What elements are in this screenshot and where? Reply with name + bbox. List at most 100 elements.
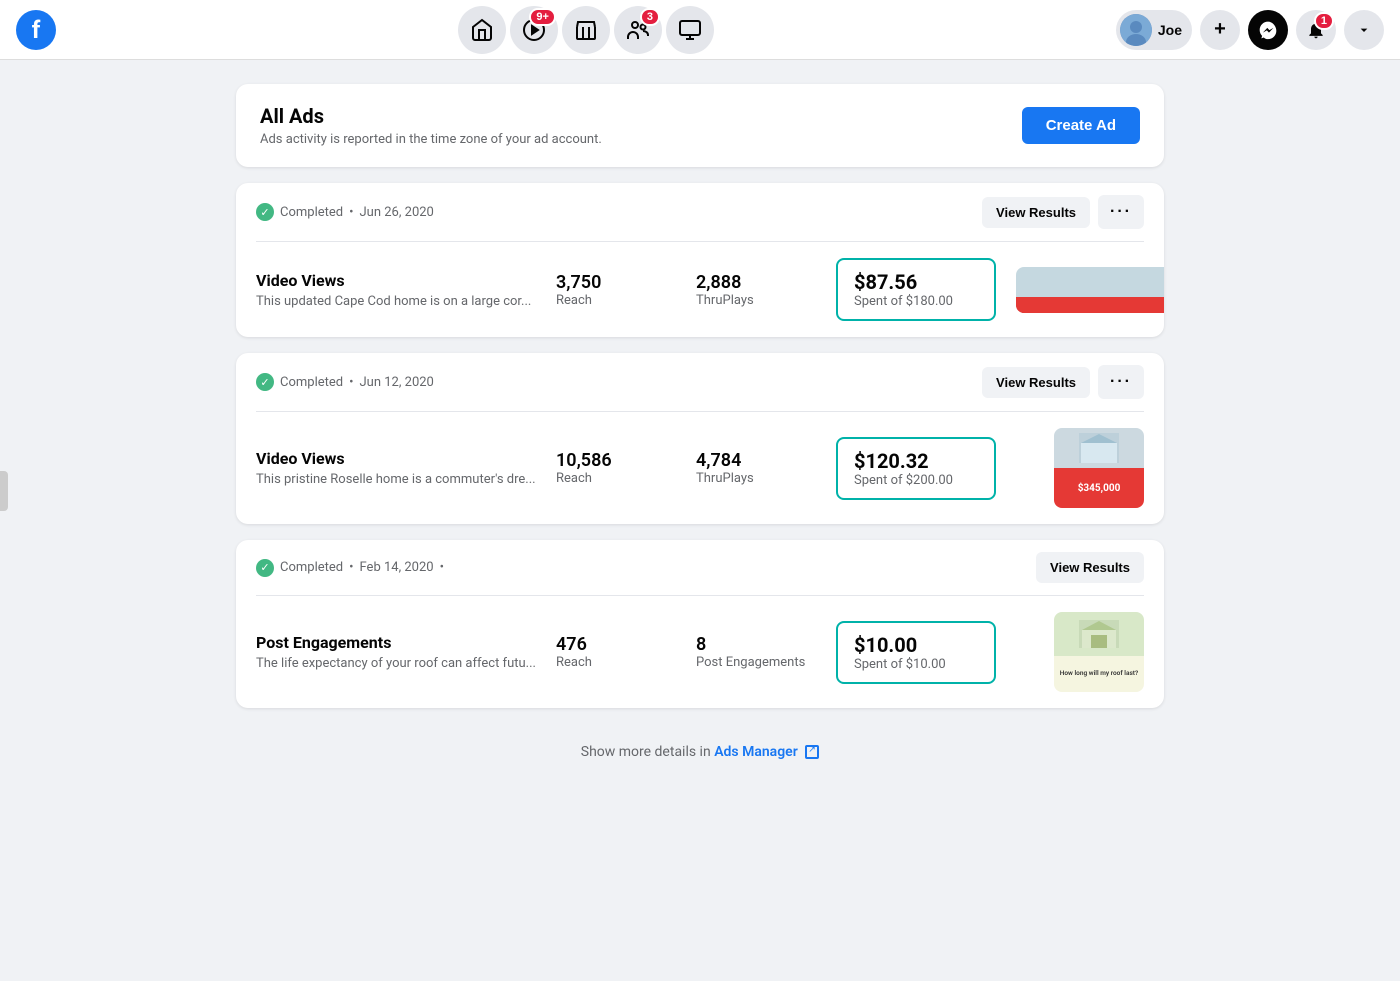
ad-card-3: ✓ Completed • Feb 14, 2020 • View Result… — [236, 540, 1164, 708]
ad-3-type: Post Engagements — [256, 633, 536, 652]
ads-manager-link[interactable]: Ads Manager — [714, 744, 798, 760]
ad-1-status: ✓ Completed • Jun 26, 2020 — [256, 203, 434, 221]
ad-1-stat1-label: Reach — [556, 293, 676, 308]
ad-1-thumbnail: OPEN HOUSE IN WHEATON — [1016, 267, 1164, 313]
ad-1-actions: View Results ··· — [982, 195, 1144, 229]
marketplace-icon — [574, 18, 598, 42]
ad-card-2-header: ✓ Completed • Jun 12, 2020 View Results … — [236, 353, 1164, 411]
ad-2-thumb-bottom: $345,000 — [1054, 468, 1144, 508]
top-navigation: f 9+ — [0, 0, 1400, 60]
all-ads-info: All Ads Ads activity is reported in the … — [260, 104, 602, 147]
ad-2-actions: View Results ··· — [982, 365, 1144, 399]
user-avatar — [1120, 14, 1152, 46]
messenger-button[interactable] — [1248, 10, 1288, 50]
ad-1-budget-amount: $87.56 — [854, 270, 978, 294]
ad-3-info: Post Engagements The life expectancy of … — [256, 633, 536, 671]
more-dots-icon-1: ··· — [1110, 203, 1132, 220]
plus-icon: + — [1214, 18, 1226, 41]
ad-3-stat1-value: 476 — [556, 634, 676, 655]
more-options-button-2[interactable]: ··· — [1098, 365, 1144, 399]
ad-1-budget-spent: Spent of $180.00 — [854, 294, 978, 309]
watch-nav-button[interactable]: 9+ — [510, 6, 558, 54]
ad-1-body: Video Views This updated Cape Cod home i… — [236, 242, 1164, 337]
ad-2-stat1-label: Reach — [556, 471, 676, 486]
more-options-button-1[interactable]: ··· — [1098, 195, 1144, 229]
chevron-down-icon — [1356, 22, 1372, 38]
ad-2-dot-separator: • — [349, 375, 353, 390]
check-symbol-3: ✓ — [260, 561, 269, 574]
ad-2-description: This pristine Roselle home is a commuter… — [256, 472, 536, 487]
ad-2-budget-spent: Spent of $200.00 — [854, 473, 978, 488]
avatar-image — [1120, 14, 1152, 46]
nav-left: f — [16, 10, 56, 50]
completed-icon-2: ✓ — [256, 373, 274, 391]
ad-2-body: Video Views This pristine Roselle home i… — [236, 412, 1164, 524]
groups-badge: 3 — [640, 8, 660, 26]
home-nav-button[interactable] — [458, 6, 506, 54]
create-button[interactable]: + — [1200, 10, 1240, 50]
messenger-icon — [1258, 20, 1278, 40]
ad-card-3-header: ✓ Completed • Feb 14, 2020 • View Result… — [236, 540, 1164, 595]
ad-3-stat1-label: Reach — [556, 655, 676, 670]
ad-1-description: This updated Cape Cod home is on a large… — [256, 294, 536, 309]
ad-1-thumb-bottom: OPEN HOUSE IN WHEATON — [1016, 297, 1164, 313]
view-results-button-3[interactable]: View Results — [1036, 552, 1144, 583]
home-icon — [470, 18, 494, 42]
ad-3-date: Feb 14, 2020 — [360, 560, 434, 575]
gaming-nav-button[interactable] — [666, 6, 714, 54]
ad-3-budget-amount: $10.00 — [854, 633, 978, 657]
ad-2-stat2-label: ThruPlays — [696, 471, 816, 486]
groups-nav-button[interactable]: 3 — [614, 6, 662, 54]
nav-right: Joe + 1 — [1116, 10, 1384, 50]
ad-2-status-text: Completed — [280, 375, 343, 390]
dropdown-button[interactable] — [1344, 10, 1384, 50]
ad-3-budget-spent: Spent of $10.00 — [854, 657, 978, 672]
all-ads-subtitle: Ads activity is reported in the time zon… — [260, 132, 602, 147]
ad-card-2: ✓ Completed • Jun 12, 2020 View Results … — [236, 353, 1164, 524]
ad-2-thumb-top — [1054, 428, 1144, 468]
view-results-button-1[interactable]: View Results — [982, 197, 1090, 228]
footer-text: Show more details in — [581, 744, 711, 760]
ad-1-dot-separator: • — [349, 205, 353, 220]
notifications-button[interactable]: 1 — [1296, 10, 1336, 50]
ad-3-thumbnail: How long will my roof last? — [1054, 612, 1144, 692]
ad-1-stat2-label: ThruPlays — [696, 293, 816, 308]
ad-card-1-header: ✓ Completed • Jun 26, 2020 View Results … — [236, 183, 1164, 241]
all-ads-title: All Ads — [260, 104, 602, 128]
ad-2-stat2: 4,784 ThruPlays — [696, 450, 816, 486]
ad-1-stat2: 2,888 ThruPlays — [696, 272, 816, 308]
ad-1-type: Video Views — [256, 271, 536, 290]
user-profile-button[interactable]: Joe — [1116, 10, 1192, 50]
ad-1-thumb-top — [1016, 267, 1164, 297]
check-symbol-1: ✓ — [260, 206, 269, 219]
check-symbol-2: ✓ — [260, 376, 269, 389]
ad-2-stat1: 10,586 Reach — [556, 450, 676, 486]
completed-icon-1: ✓ — [256, 203, 274, 221]
ad-3-stat1: 476 Reach — [556, 634, 676, 670]
ad-card-1: ✓ Completed • Jun 26, 2020 View Results … — [236, 183, 1164, 337]
ad-3-dot-2: • — [440, 560, 444, 575]
view-results-button-2[interactable]: View Results — [982, 367, 1090, 398]
ad-2-stat2-value: 4,784 — [696, 450, 816, 471]
ad-1-stat2-value: 2,888 — [696, 272, 816, 293]
house2-image-icon — [1079, 433, 1119, 463]
external-link-icon — [805, 745, 819, 759]
ad-2-stat1-value: 10,586 — [556, 450, 676, 471]
left-indicator — [0, 471, 8, 511]
ad-3-body: Post Engagements The life expectancy of … — [236, 596, 1164, 708]
facebook-logo: f — [16, 10, 56, 50]
ad-2-budget-box: $120.32 Spent of $200.00 — [836, 437, 996, 500]
ad-3-stat2-label: Post Engagements — [696, 655, 816, 670]
nav-icons: 9+ 3 — [56, 6, 1116, 54]
ad-3-status: ✓ Completed • Feb 14, 2020 • — [256, 559, 444, 577]
ad-2-date: Jun 12, 2020 — [360, 375, 434, 390]
ad-1-date: Jun 26, 2020 — [360, 205, 434, 220]
ad-1-budget-box: $87.56 Spent of $180.00 — [836, 258, 996, 321]
ad-2-thumbnail: $345,000 — [1054, 428, 1144, 508]
all-ads-header-card: All Ads Ads activity is reported in the … — [236, 84, 1164, 167]
main-content: All Ads Ads activity is reported in the … — [220, 84, 1180, 780]
ad-2-info: Video Views This pristine Roselle home i… — [256, 449, 536, 487]
create-ad-button[interactable]: Create Ad — [1022, 107, 1140, 144]
ad-3-thumb-bottom: How long will my roof last? — [1054, 656, 1144, 692]
marketplace-nav-button[interactable] — [562, 6, 610, 54]
